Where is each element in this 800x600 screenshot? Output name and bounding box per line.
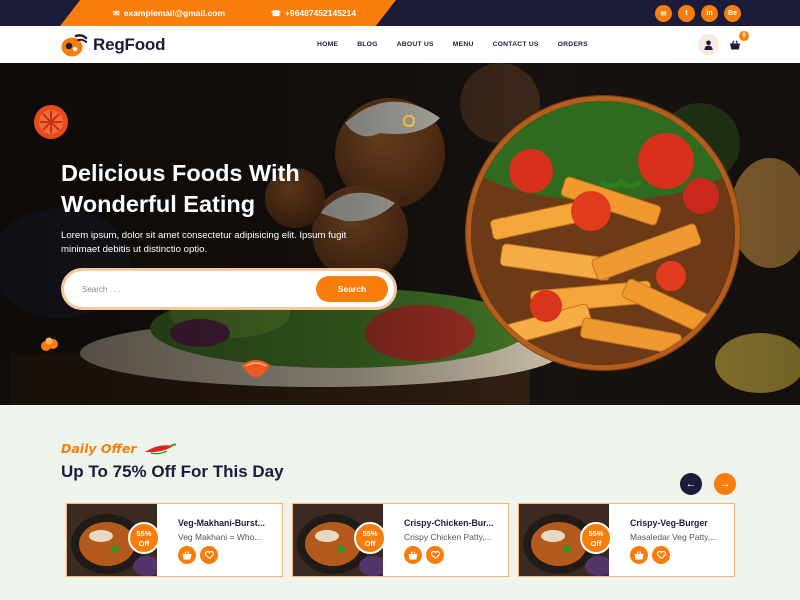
add-to-basket-button[interactable] [178, 546, 196, 564]
dish-title[interactable]: Crispy-Veg-Burger [630, 518, 726, 528]
twitter-icon[interactable]: t [678, 5, 695, 22]
arrow-left-icon: ← [685, 478, 697, 490]
email-text: examplemail@gmail.com [123, 8, 226, 18]
add-to-basket-button[interactable] [630, 546, 648, 564]
top-bar: ✉ examplemail@gmail.com ☎ +9648745214521… [0, 0, 800, 26]
user-icon [704, 40, 713, 50]
heart-icon [204, 551, 214, 559]
phone-contact[interactable]: ☎ +96487452145214 [271, 0, 356, 26]
nav-blog[interactable]: BLOG [357, 41, 377, 48]
daily-offer-label: Daily Offer [61, 441, 137, 456]
heart-icon [656, 551, 666, 559]
dish-title[interactable]: Veg-Makhani-Burst... [178, 518, 274, 528]
discount-off: Off [138, 539, 150, 548]
discount-badge: 55% Off [128, 522, 160, 554]
offer-card[interactable]: 55% Off Veg-Makhani-Burst... Veg Makhani… [66, 503, 283, 577]
nav-about-us[interactable]: ABOUT US [397, 41, 434, 48]
search-input[interactable] [72, 277, 312, 301]
discount-badge: 55% Off [580, 522, 612, 554]
user-account-button[interactable] [698, 34, 719, 55]
tomato-wedge-icon [242, 360, 270, 377]
hero-banner: Delicious Foods With Wonderful Eating Lo… [0, 63, 800, 405]
pasta-plate-image [466, 96, 740, 370]
discount-off: Off [590, 539, 602, 548]
offer-section-title: Up To 75% Off For This Day [61, 462, 284, 481]
main-nav: HOME BLOG ABOUT US MENU CONTACT US ORDER… [317, 26, 588, 63]
offer-card[interactable]: 55% Off Crispy-Chicken-Bur... Crispy Chi… [292, 503, 509, 577]
tomato-slice-icon [34, 105, 68, 139]
popcorn-icon [41, 337, 58, 351]
site-header: RegFood HOME BLOG ABOUT US MENU CONTACT … [0, 26, 800, 63]
cart-button[interactable]: 0 [724, 31, 749, 55]
discount-percent: 55% [136, 529, 152, 538]
brand-logo[interactable]: RegFood [60, 32, 165, 58]
add-to-wishlist-button[interactable] [200, 546, 218, 564]
nav-home[interactable]: HOME [317, 41, 338, 48]
basket-icon [182, 550, 192, 559]
mail-icon: ✉ [113, 8, 120, 18]
hero-search-form: Search [61, 268, 397, 310]
behance-icon[interactable]: Be [724, 5, 741, 22]
hero-title: Delicious Foods With Wonderful Eating [61, 160, 300, 217]
discount-percent: 55% [588, 529, 604, 538]
add-to-wishlist-button[interactable] [652, 546, 670, 564]
nav-contact-us[interactable]: CONTACT US [493, 41, 539, 48]
basket-icon [634, 550, 644, 559]
linkedin-icon[interactable]: in [701, 5, 718, 22]
pepper-icon [403, 115, 415, 127]
discount-percent: 55% [362, 529, 378, 538]
discount-off: Off [364, 539, 376, 548]
phone-icon: ☎ [271, 8, 281, 18]
basket-icon [729, 40, 740, 49]
heart-icon [430, 551, 440, 559]
add-to-basket-button[interactable] [404, 546, 422, 564]
carousel-prev-button[interactable]: ← [680, 473, 702, 495]
dish-subtitle: Crispy Chicken Patty,... [404, 532, 492, 542]
carousel-next-button[interactable]: → [714, 473, 736, 495]
daily-offer-tag: Daily Offer [61, 441, 177, 456]
phone-text: +96487452145214 [284, 8, 357, 18]
dish-subtitle: Masaledar Veg Patty,... [630, 532, 718, 542]
search-button[interactable]: Search [316, 276, 388, 302]
add-to-wishlist-button[interactable] [426, 546, 444, 564]
dish-title[interactable]: Crispy-Chicken-Bur... [404, 518, 500, 528]
offer-card[interactable]: 55% Off Crispy-Veg-Burger Masaledar Veg … [518, 503, 735, 577]
discount-badge: 55% Off [354, 522, 386, 554]
pasta-illustration [471, 101, 735, 365]
basket-icon [408, 550, 418, 559]
social-links: ✉ t in Be [655, 5, 741, 22]
nav-menu[interactable]: MENU [453, 41, 474, 48]
cart-count-badge: 0 [739, 31, 749, 41]
chili-icon [144, 443, 177, 454]
email-contact[interactable]: ✉ examplemail@gmail.com [113, 0, 225, 26]
brand-name: RegFood [93, 35, 166, 54]
dish-subtitle: Veg Makhani = Who... [178, 532, 262, 542]
logo-icon [61, 34, 88, 57]
nav-orders[interactable]: ORDERS [558, 41, 588, 48]
mail-icon[interactable]: ✉ [655, 5, 672, 22]
hero-description: Lorem ipsum, dolor sit amet consectetur … [61, 230, 347, 255]
arrow-right-icon: → [719, 478, 731, 490]
